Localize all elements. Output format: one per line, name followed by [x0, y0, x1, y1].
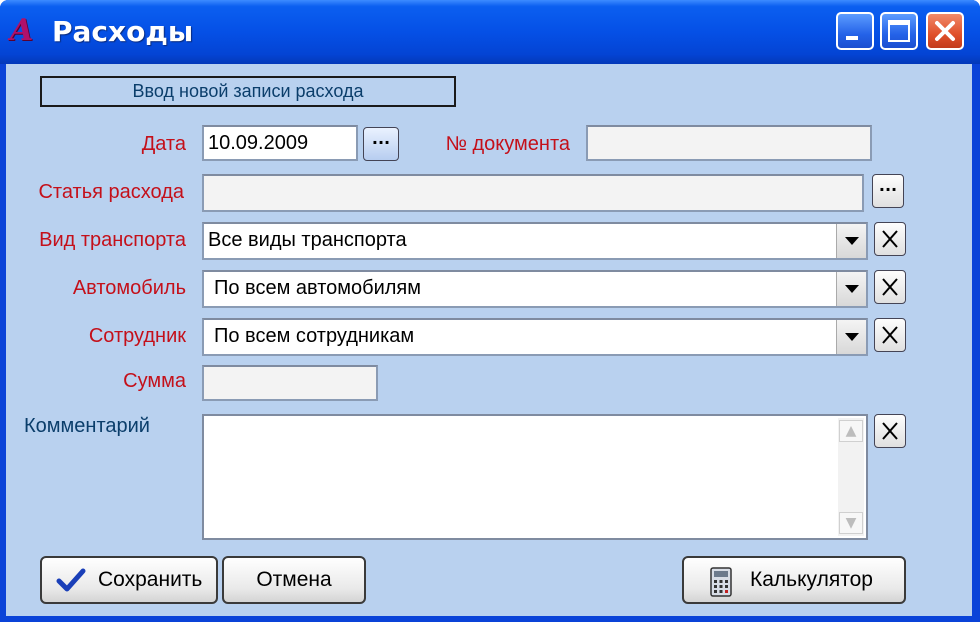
date-field[interactable]: 10.09.2009	[202, 125, 358, 161]
date-value: 10.09.2009	[208, 132, 309, 154]
chevron-down-icon[interactable]	[836, 224, 866, 258]
app-logo-icon: A	[10, 13, 34, 48]
scroll-down-icon[interactable]: ▼	[839, 512, 863, 534]
expenses-window: A Расходы Ввод новой записи расхода Дата…	[0, 0, 980, 622]
save-label: Сохранить	[98, 568, 203, 591]
sum-label: Сумма	[123, 370, 186, 392]
car-value: По всем автомобилям	[214, 277, 422, 299]
clear-icon	[882, 278, 898, 296]
transport-type-value: Все виды транспорта	[208, 229, 407, 251]
comment-label: Комментарий	[24, 415, 150, 437]
comment-textarea[interactable]: ▲ ▼	[202, 414, 868, 540]
clear-comment-button[interactable]	[874, 414, 906, 448]
date-picker-button[interactable]: ...	[363, 127, 399, 161]
expense-item-select-button[interactable]: ...	[872, 174, 904, 208]
save-button[interactable]: Сохранить	[40, 556, 218, 604]
employee-value: По всем сотрудникам	[214, 325, 415, 347]
sum-field[interactable]	[202, 365, 378, 401]
expense-item-label: Статья расхода	[38, 181, 184, 203]
chevron-down-icon[interactable]	[836, 272, 866, 306]
calculator-icon	[710, 567, 732, 597]
clear-icon	[882, 230, 898, 248]
employee-combo[interactable]: По всем сотрудникам	[202, 318, 868, 356]
transport-type-combo[interactable]: Все виды транспорта	[202, 222, 868, 260]
cancel-button[interactable]: Отмена	[222, 556, 366, 604]
car-label: Автомобиль	[72, 277, 186, 299]
chevron-down-icon[interactable]	[836, 320, 866, 354]
window-title: Расходы	[52, 15, 194, 48]
doc-number-label: № документа	[445, 133, 570, 155]
clear-car-button[interactable]	[874, 270, 906, 304]
clear-transport-button[interactable]	[874, 222, 906, 256]
dialog-body: Ввод новой записи расхода Дата 10.09.200…	[6, 64, 972, 616]
maximize-button[interactable]	[880, 12, 918, 50]
doc-number-field[interactable]	[586, 125, 872, 161]
clear-icon	[882, 326, 898, 344]
checkmark-icon	[56, 568, 86, 592]
calculator-label: Калькулятор	[750, 568, 873, 591]
comment-scrollbar[interactable]: ▲ ▼	[838, 418, 864, 536]
calculator-button[interactable]: Калькулятор	[682, 556, 906, 604]
car-combo[interactable]: По всем автомобилям	[202, 270, 868, 308]
form-banner: Ввод новой записи расхода	[40, 76, 456, 107]
scroll-up-icon[interactable]: ▲	[839, 420, 863, 442]
clear-employee-button[interactable]	[874, 318, 906, 352]
close-button[interactable]	[926, 12, 964, 50]
maximize-icon	[888, 20, 910, 42]
close-icon	[935, 21, 955, 41]
expense-item-field[interactable]	[202, 174, 864, 212]
minimize-icon	[846, 36, 858, 40]
transport-type-label: Вид транспорта	[39, 229, 186, 251]
minimize-button[interactable]	[836, 12, 874, 50]
cancel-label: Отмена	[256, 568, 332, 591]
date-label: Дата	[141, 133, 186, 155]
title-bar[interactable]: A Расходы	[0, 0, 980, 64]
clear-icon	[882, 422, 898, 440]
employee-label: Сотрудник	[88, 325, 186, 347]
